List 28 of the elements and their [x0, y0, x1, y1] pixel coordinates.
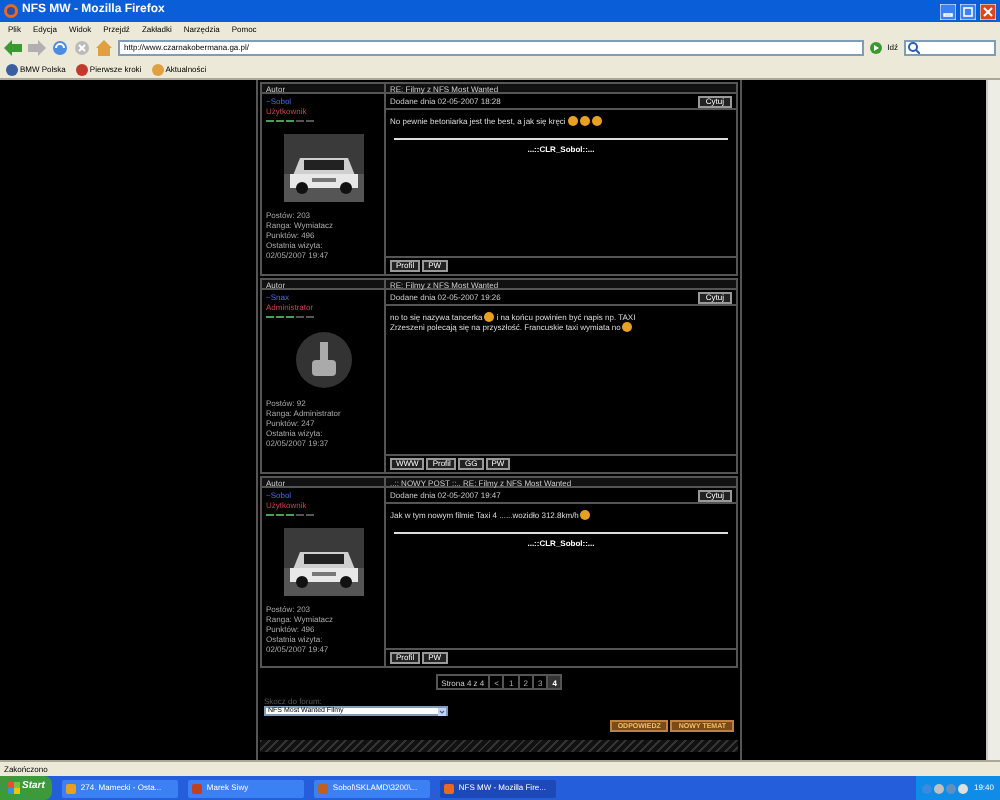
app-icon	[318, 783, 329, 793]
app-icon	[192, 783, 203, 793]
maximize-icon[interactable]	[960, 3, 976, 19]
firefox-icon	[4, 4, 18, 18]
emoticon-icon	[622, 322, 633, 332]
go-icon[interactable]	[869, 42, 882, 54]
app-icon	[444, 783, 455, 793]
reload-icon[interactable]	[52, 40, 68, 56]
close-icon[interactable]	[980, 3, 996, 19]
rank-bars-icon	[266, 314, 318, 320]
bookmark-icon	[151, 63, 164, 75]
windows-logo-icon	[8, 782, 20, 794]
rank-bars-icon	[266, 512, 318, 518]
emoticon-icon	[580, 510, 591, 520]
search-field[interactable]	[904, 40, 996, 56]
app-icon	[66, 783, 77, 793]
back-icon[interactable]	[4, 40, 22, 56]
search-icon	[908, 42, 920, 54]
rank-bars-icon	[266, 118, 318, 124]
bookmark-icon	[6, 63, 18, 75]
forward-icon[interactable]	[28, 40, 46, 56]
bookmark-icon	[75, 63, 88, 75]
scrollbar[interactable]	[986, 80, 1000, 760]
home-icon[interactable]	[96, 40, 112, 56]
minimize-icon[interactable]	[940, 3, 956, 19]
emoticon-icon	[484, 312, 495, 322]
stop-icon[interactable]	[74, 40, 90, 56]
dropdown-icon	[438, 707, 446, 715]
